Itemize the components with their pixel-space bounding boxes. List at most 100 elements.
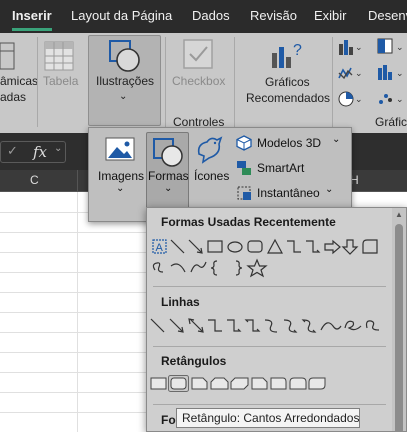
active-tab-indicator [12, 28, 52, 31]
curved-connector-shape[interactable] [264, 319, 278, 333]
shapes-label: Formas [148, 169, 189, 183]
section-divider [153, 286, 386, 287]
smartart-icon [236, 160, 252, 176]
triangle-shape[interactable] [266, 238, 284, 254]
checkbox-label: Checkbox [172, 74, 226, 88]
curved-double-arrow-connector-shape[interactable] [301, 319, 317, 333]
illustrations-button[interactable]: Ilustrações ⌄ [88, 35, 161, 126]
shapes-gallery: Formas Usadas Recentemente A Linhas Retâ… [146, 207, 407, 432]
elbow-connector-shape[interactable] [287, 240, 301, 253]
icons-icon [195, 134, 225, 164]
tab-dados[interactable]: Dados [192, 8, 230, 23]
checkmark-icon[interactable]: ✓ [7, 143, 18, 159]
chevron-down-icon[interactable]: ⌄ [54, 143, 62, 154]
line-chart-icon[interactable]: ⌄ [338, 64, 362, 82]
round-diagonal-rectangle-shape[interactable] [308, 377, 326, 390]
elbow-arrow-connector-shape[interactable] [227, 319, 242, 332]
star-shape[interactable] [246, 258, 268, 278]
tab-desenvolvedor[interactable]: Desenv [368, 8, 407, 23]
chevron-down-icon: ⌄ [116, 183, 125, 194]
snip-single-corner-rectangle-shape[interactable] [191, 377, 208, 390]
snip-diagonal-rectangle-shape[interactable] [230, 377, 249, 390]
formula-bar-buttons: ✓ fx ⌄ [0, 141, 66, 163]
right-brace-shape[interactable] [235, 260, 243, 276]
curve-shape[interactable] [320, 322, 342, 331]
svg-text:?: ? [293, 42, 302, 59]
lines-row [150, 318, 380, 333]
rectangle-shape[interactable] [207, 240, 223, 253]
recommended-charts-icon: ? [271, 39, 305, 69]
pivot-label-1: âmicas [0, 74, 39, 88]
scribble-shape[interactable] [365, 320, 380, 331]
arrow-line-shape[interactable] [169, 318, 184, 333]
table-icon [44, 41, 74, 71]
right-arrow-shape[interactable] [324, 239, 341, 255]
statistic-chart-icon[interactable]: ⌄ [377, 64, 407, 82]
line-shape[interactable] [150, 318, 165, 333]
recent-shapes-row-1: A [152, 238, 378, 255]
screenshot-label: Instantâneo [257, 186, 320, 200]
hierarchy-chart-icon[interactable]: ⌄ [377, 38, 407, 56]
rounded-rectangle-shape[interactable] [170, 377, 187, 390]
column-chart-icon[interactable]: ⌄ [338, 38, 362, 56]
freeform-shape[interactable] [344, 320, 362, 331]
fx-icon[interactable]: fx [33, 143, 47, 161]
rectangle-shape[interactable] [150, 377, 167, 390]
round-same-side-rectangle-shape[interactable] [289, 377, 307, 390]
chevron-down-icon: ⌄ [119, 91, 128, 102]
down-arrow-shape[interactable] [341, 239, 359, 255]
scroll-up-icon[interactable]: ▲ [395, 210, 403, 219]
double-arrow-line-shape[interactable] [188, 318, 204, 333]
ribbon: âmicas adas Tabela Ilustrações ⌄ Checkbo… [0, 33, 407, 133]
elbow-arrow-connector-shape[interactable] [306, 240, 321, 253]
elbow-connector-shape[interactable] [208, 319, 222, 332]
arrow-line-shape[interactable] [188, 239, 203, 254]
snip-same-side-rectangle-shape[interactable] [210, 377, 229, 390]
svg-text:A: A [156, 242, 164, 254]
gallery-scrollbar[interactable]: ▲ [392, 208, 406, 431]
screenshot-icon [236, 185, 252, 201]
chevron-down-icon: ⌄ [164, 183, 173, 194]
line-shape[interactable] [170, 239, 185, 254]
scribble-shape[interactable] [190, 261, 207, 273]
section-divider [153, 346, 386, 347]
svg-text:⌄: ⌄ [355, 42, 362, 52]
recent-shapes-row-2 [152, 258, 268, 278]
left-brace-shape[interactable] [210, 260, 218, 276]
rounded-rectangle-shape[interactable] [247, 240, 263, 253]
ribbon-separator [165, 37, 166, 127]
svg-text:⌄: ⌄ [396, 94, 404, 104]
oval-shape[interactable] [227, 241, 243, 253]
cube-icon [236, 135, 252, 151]
scrollbar-thumb[interactable] [395, 224, 403, 431]
recommended-charts-label-1: Gráficos [265, 75, 310, 89]
tab-layout-da-pagina[interactable]: Layout da Página [71, 8, 172, 23]
section-divider [153, 404, 386, 405]
pie-chart-icon[interactable]: ⌄ [338, 90, 362, 108]
column-header-c[interactable]: C [30, 173, 39, 187]
smartart-label: SmartArt [257, 161, 305, 175]
table-label: Tabela [43, 74, 79, 88]
tab-revisao[interactable]: Revisão [250, 8, 297, 23]
images-label: Imagens [98, 169, 145, 183]
svg-text:⌄: ⌄ [396, 68, 404, 78]
curved-arrow-connector-shape[interactable] [283, 319, 298, 333]
illustrations-label: Ilustrações [96, 74, 155, 88]
scatter-chart-icon[interactable]: ⌄ [377, 90, 407, 108]
snip-round-rectangle-shape[interactable] [251, 377, 268, 390]
curve-shape[interactable] [170, 263, 186, 273]
chevron-down-icon: ⌄ [332, 134, 341, 145]
text-box-shape[interactable]: A [152, 239, 167, 254]
shape-tooltip: Retângulo: Cantos Arredondados [176, 408, 360, 428]
freeform-shape[interactable] [152, 262, 164, 273]
charts-group-label: Gráfic [375, 115, 407, 129]
column-divider [77, 170, 78, 192]
icons-label: Ícones [194, 169, 230, 183]
tab-exibir[interactable]: Exibir [314, 8, 347, 23]
tab-inserir[interactable]: Inserir [12, 8, 52, 23]
elbow-double-arrow-connector-shape[interactable] [244, 319, 261, 332]
shapes-button[interactable]: Formas ⌄ [146, 132, 189, 211]
pivot-label-2: adas [0, 90, 27, 104]
snip-rectangle-shape[interactable] [362, 239, 378, 254]
round-single-corner-rectangle-shape[interactable] [270, 377, 287, 390]
